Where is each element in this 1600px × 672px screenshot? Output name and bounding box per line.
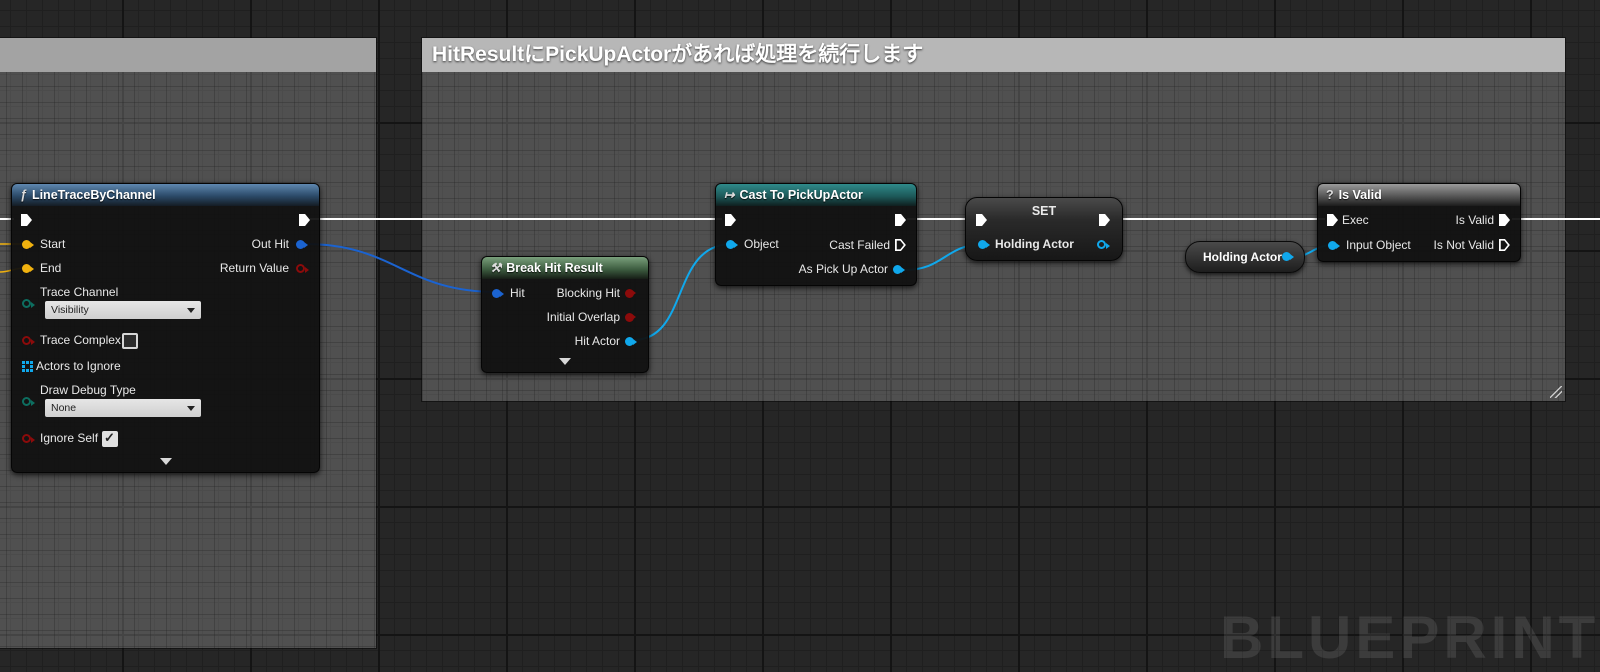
draw-debug-value: None	[51, 402, 77, 414]
is-valid-node[interactable]: ? Is Valid Exec Input Object Is Valid Is …	[1317, 183, 1521, 262]
initial-overlap-label: Initial Overlap	[546, 310, 620, 324]
set-node-title: SET	[1031, 204, 1057, 218]
exec-out-pin[interactable]	[895, 214, 906, 226]
ignore-self-pin[interactable]	[22, 434, 35, 443]
struct-wire	[304, 243, 498, 293]
blueprint-watermark: BLUEPRINT	[1220, 604, 1600, 671]
as-pick-up-actor-label: As Pick Up Actor	[798, 262, 888, 276]
is-valid-exec-pin[interactable]	[1499, 214, 1510, 226]
cast-failed-exec-pin[interactable]	[895, 239, 906, 251]
get-holding-actor-node[interactable]: Holding Actor	[1185, 241, 1305, 273]
input-object-label: Input Object	[1346, 238, 1411, 252]
object-label: Object	[744, 237, 779, 251]
holding-actor-get-label: Holding Actor	[1203, 250, 1282, 264]
exec-label: Exec	[1342, 213, 1369, 227]
node-header[interactable]: ↦ Cast To PickUpActor	[716, 184, 916, 206]
blocking-hit-pin[interactable]	[625, 289, 636, 298]
is-not-valid-label: Is Not Valid	[1433, 238, 1494, 252]
ignore-self-label: Ignore Self	[40, 431, 99, 445]
holding-actor-in-pin[interactable]	[978, 240, 990, 249]
node-header[interactable]: ⚒ Break Hit Result	[482, 257, 648, 279]
trace-channel-pin[interactable]	[22, 299, 35, 308]
return-value-label: Return Value	[219, 261, 289, 275]
return-value-pin[interactable]	[296, 264, 309, 273]
input-object-pin[interactable]	[1328, 241, 1340, 250]
exec-in-pin[interactable]	[725, 214, 736, 226]
node-title: LineTraceByChannel	[31, 188, 156, 202]
out-hit-label: Out Hit	[251, 237, 289, 251]
cast-failed-label: Cast Failed	[829, 238, 890, 252]
actors-to-ignore-label: Actors to Ignore	[36, 359, 121, 373]
expand-node-icon[interactable]	[559, 358, 571, 365]
expand-node-icon[interactable]	[160, 458, 172, 465]
start-pin[interactable]	[22, 240, 34, 249]
initial-overlap-pin[interactable]	[625, 313, 636, 322]
end-pin[interactable]	[22, 264, 34, 273]
trace-complex-checkbox[interactable]	[122, 333, 138, 349]
node-title: Is Valid	[1338, 188, 1382, 202]
line-trace-by-channel-node[interactable]: ƒ LineTraceByChannel Start End Trace Chan…	[11, 183, 320, 473]
break-struct-icon: ⚒	[490, 261, 502, 275]
hit-actor-label: Hit Actor	[574, 334, 620, 348]
trace-channel-dropdown[interactable]: Visibility	[45, 301, 201, 319]
exec-in-pin[interactable]	[21, 214, 32, 226]
draw-debug-type-dropdown[interactable]: None	[45, 399, 201, 417]
end-label: End	[40, 261, 62, 275]
set-holding-actor-node[interactable]: SET Holding Actor	[965, 197, 1123, 261]
hit-pin[interactable]	[492, 289, 504, 298]
blocking-hit-label: Blocking Hit	[556, 286, 620, 300]
out-hit-pin[interactable]	[296, 240, 308, 249]
array-pin-icon[interactable]	[22, 361, 33, 372]
trace-channel-label: Trace Channel	[40, 285, 119, 299]
hit-actor-pin[interactable]	[625, 337, 637, 346]
question-icon: ?	[1326, 188, 1334, 202]
is-not-valid-exec-pin[interactable]	[1499, 239, 1510, 251]
node-title: Break Hit Result	[506, 261, 603, 275]
chevron-down-icon	[187, 308, 195, 313]
trace-channel-value: Visibility	[51, 304, 89, 316]
exec-out-pin[interactable]	[299, 214, 310, 226]
node-header[interactable]: ƒ LineTraceByChannel	[12, 184, 319, 206]
node-header[interactable]: ? Is Valid	[1318, 184, 1520, 206]
exec-in-pin[interactable]	[1327, 214, 1338, 226]
hit-label: Hit	[510, 286, 525, 300]
chevron-down-icon	[187, 406, 195, 411]
start-label: Start	[40, 237, 66, 251]
function-icon: ƒ	[20, 188, 27, 202]
cast-icon: ↦	[724, 188, 735, 202]
holding-actor-label: Holding Actor	[995, 237, 1074, 251]
as-pick-up-actor-pin[interactable]	[893, 265, 905, 274]
draw-debug-type-pin[interactable]	[22, 397, 35, 406]
is-valid-label: Is Valid	[1455, 213, 1494, 227]
trace-complex-pin[interactable]	[22, 336, 35, 345]
object-pin[interactable]	[726, 240, 738, 249]
node-title: Cast To PickUpActor	[739, 188, 863, 202]
break-hit-result-node[interactable]: ⚒ Break Hit Result Hit Blocking Hit Initi…	[481, 256, 649, 373]
draw-debug-type-label: Draw Debug Type	[40, 383, 136, 397]
ignore-self-checkbox[interactable]	[102, 430, 118, 447]
trace-complex-label: Trace Complex	[40, 333, 121, 347]
holding-actor-out-pin[interactable]	[1097, 240, 1110, 249]
cast-to-pickupactor-node[interactable]: ↦ Cast To PickUpActor Object Cast Failed …	[715, 183, 917, 286]
holding-actor-get-pin[interactable]	[1282, 252, 1294, 261]
